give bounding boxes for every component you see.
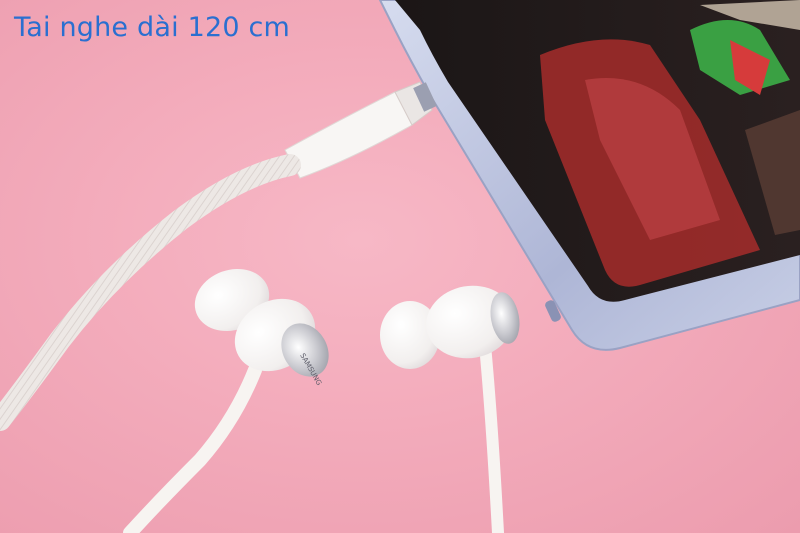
product-photo: SAMSUNG Tai nghe dài 120 cm [0,0,800,533]
left-earbud-cable [123,363,262,533]
left-earbud: SAMSUNG [194,268,329,387]
caption-text: Tai nghe dài 120 cm [14,12,291,43]
audio-jack-plug [284,81,437,179]
photo-illustration: SAMSUNG [0,0,800,533]
right-earbud-cable [479,339,504,533]
right-earbud [380,285,520,369]
